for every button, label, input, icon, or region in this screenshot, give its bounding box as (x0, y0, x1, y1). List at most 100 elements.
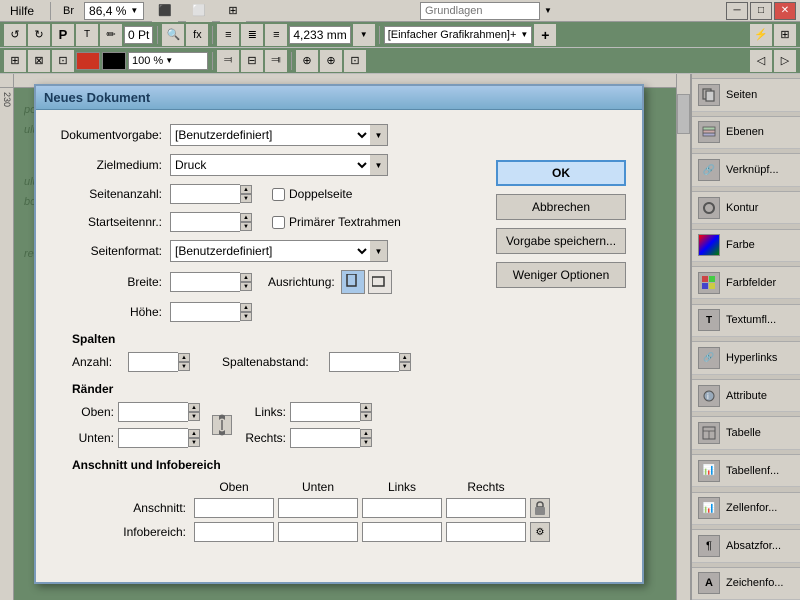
frame-dropdown[interactable]: [Einfacher Grafikrahmen]+ ▼ (384, 26, 533, 44)
tb-misc-2[interactable]: ⊕ (320, 50, 342, 72)
startseite-down[interactable]: ▼ (240, 222, 252, 231)
breite-down[interactable]: ▼ (240, 282, 252, 291)
startseite-up[interactable]: ▲ (240, 213, 252, 222)
tb-btn-text[interactable]: T (76, 24, 98, 46)
tb-btn-redo[interactable]: ↻ (28, 24, 50, 46)
save-preset-button[interactable]: Vorgabe speichern... (496, 228, 626, 254)
seitenanzahl-input[interactable]: 1 (170, 184, 240, 204)
panel-item-tabelle[interactable]: Tabelle (692, 417, 800, 449)
tb-align-left[interactable]: ⫤ (217, 50, 239, 72)
anschnitt-rechts-input[interactable]: 0 mm (446, 498, 526, 518)
scroll-thumb[interactable] (677, 94, 690, 134)
hoehe-up[interactable]: ▲ (240, 303, 252, 312)
links-up[interactable]: ▲ (360, 403, 372, 412)
anschnitt-unten-input[interactable]: 0 mm (278, 498, 358, 518)
minimize-btn[interactable]: ─ (726, 2, 748, 20)
links-input[interactable]: 12,7 mm (290, 402, 360, 422)
close-btn[interactable]: ✕ (774, 2, 796, 20)
vertical-scrollbar[interactable] (676, 74, 690, 600)
landscape-icon[interactable] (368, 270, 392, 294)
info-rechts-input[interactable]: 0 mm (446, 522, 526, 542)
panel-item-zellenfor[interactable]: 📊 Zellenfor... (692, 493, 800, 525)
zoom-dropdown[interactable]: 86,4 % ▼ (84, 2, 144, 20)
search-input[interactable] (420, 2, 540, 20)
ok-button[interactable]: OK (496, 160, 626, 186)
tb-formula[interactable]: fx (186, 24, 208, 46)
unten-down[interactable]: ▼ (188, 438, 200, 447)
mm-input-container[interactable]: 4,233 mm (289, 26, 350, 44)
tb-mm-arrow[interactable]: ▼ (353, 24, 375, 46)
dokumentvorgabe-select[interactable]: [Benutzerdefiniert] (170, 124, 370, 146)
panel-item-attribute[interactable]: i Attribute (692, 380, 800, 412)
seitenanzahl-down[interactable]: ▼ (240, 194, 252, 203)
hoehe-input[interactable]: 170 mm (170, 302, 240, 322)
tb-align-center[interactable]: ⊟ (241, 50, 263, 72)
panel-item-kontur[interactable]: Kontur (692, 192, 800, 224)
menu-hilfe[interactable]: Hilfe (4, 2, 40, 20)
anschnitt-links-input[interactable]: 0 mm (362, 498, 442, 518)
tb-align1[interactable]: ≡ (217, 24, 239, 46)
seitenformat-select[interactable]: [Benutzerdefiniert] (170, 240, 370, 262)
anschnitt-lock-icon[interactable] (530, 498, 550, 518)
tb-tools-1[interactable]: ⊞ (4, 50, 26, 72)
spaltenabstand-input[interactable]: 4,233 mm (329, 352, 399, 372)
mode-btn-3[interactable]: ⊞ (220, 0, 246, 22)
oben-down[interactable]: ▼ (188, 412, 200, 421)
tb-align2[interactable]: ≣ (241, 24, 263, 46)
panel-item-seiten[interactable]: Seiten (692, 79, 800, 111)
color-swatch-black[interactable] (102, 52, 126, 70)
zielmedium-arrow[interactable]: ▼ (370, 154, 388, 176)
tb-btn-pencil[interactable]: ✏ (100, 24, 122, 46)
oben-input[interactable]: 12,7 mm (118, 402, 188, 422)
pt-input-container[interactable]: 0 Pt (124, 26, 153, 44)
oben-up[interactable]: ▲ (188, 403, 200, 412)
chain-link-icon[interactable] (212, 415, 232, 435)
zielmedium-select[interactable]: Druck (170, 154, 370, 176)
tb-expand[interactable]: ⊞ (774, 24, 796, 46)
rechts-down[interactable]: ▼ (360, 438, 372, 447)
portrait-icon[interactable] (341, 270, 365, 294)
tb-plus[interactable]: + (534, 24, 556, 46)
rechts-up[interactable]: ▲ (360, 429, 372, 438)
panel-item-tabellenf[interactable]: 📊 Tabellenf... (692, 455, 800, 487)
maximize-btn[interactable]: □ (750, 2, 772, 20)
spa-down[interactable]: ▼ (399, 362, 411, 371)
info-oben-input[interactable]: 0 mm (194, 522, 274, 542)
percent-input[interactable]: 100 % ▼ (128, 52, 208, 70)
info-unten-input[interactable]: 0 mm (278, 522, 358, 542)
less-options-button[interactable]: Weniger Optionen (496, 262, 626, 288)
tb-right-2[interactable]: ▷ (774, 50, 796, 72)
panel-item-verknuepf[interactable]: 🔗 Verknüpf... (692, 154, 800, 186)
tb-misc-3[interactable]: ⊡ (344, 50, 366, 72)
primaer-checkbox[interactable] (272, 216, 285, 229)
tb-tools-2[interactable]: ⊠ (28, 50, 50, 72)
startseite-input[interactable]: 1 (170, 212, 240, 232)
breite-input[interactable]: 120 mm (170, 272, 240, 292)
panel-item-ebenen[interactable]: Ebenen (692, 117, 800, 149)
panel-item-farbfelder[interactable]: Farbfelder (692, 267, 800, 299)
mode-btn-1[interactable]: ⬛ (152, 0, 178, 22)
panel-item-hyperlinks[interactable]: 🔗 Hyperlinks (692, 342, 800, 374)
doppelseite-checkbox[interactable] (272, 188, 285, 201)
color-swatch-red[interactable] (76, 52, 100, 70)
panel-item-farbe[interactable]: Farbe (692, 230, 800, 262)
mode-btn-2[interactable]: ⬜ (186, 0, 212, 22)
tb-right-1[interactable]: ◁ (750, 50, 772, 72)
anzahl-input[interactable]: 1 (128, 352, 178, 372)
info-settings-icon[interactable]: ⚙ (530, 522, 550, 542)
tb-btn-p[interactable]: P (52, 24, 74, 46)
dokumentvorgabe-arrow[interactable]: ▼ (370, 124, 388, 146)
panel-item-textumfl[interactable]: T Textumfl... (692, 305, 800, 337)
unten-input[interactable]: 12,7 mm (118, 428, 188, 448)
panel-item-absatzfor[interactable]: ¶ Absatzfor... (692, 530, 800, 562)
breite-up[interactable]: ▲ (240, 273, 252, 282)
links-down[interactable]: ▼ (360, 412, 372, 421)
anzahl-down[interactable]: ▼ (178, 362, 190, 371)
hoehe-down[interactable]: ▼ (240, 312, 252, 321)
tb-bolt[interactable]: ⚡ (750, 24, 772, 46)
panel-item-zeichenfo[interactable]: A Zeichenfo... (692, 568, 800, 600)
tb-align3[interactable]: ≡ (265, 24, 287, 46)
anzahl-up[interactable]: ▲ (178, 353, 190, 362)
tb-misc-1[interactable]: ⊕ (296, 50, 318, 72)
tb-align-right[interactable]: ⫥ (265, 50, 287, 72)
